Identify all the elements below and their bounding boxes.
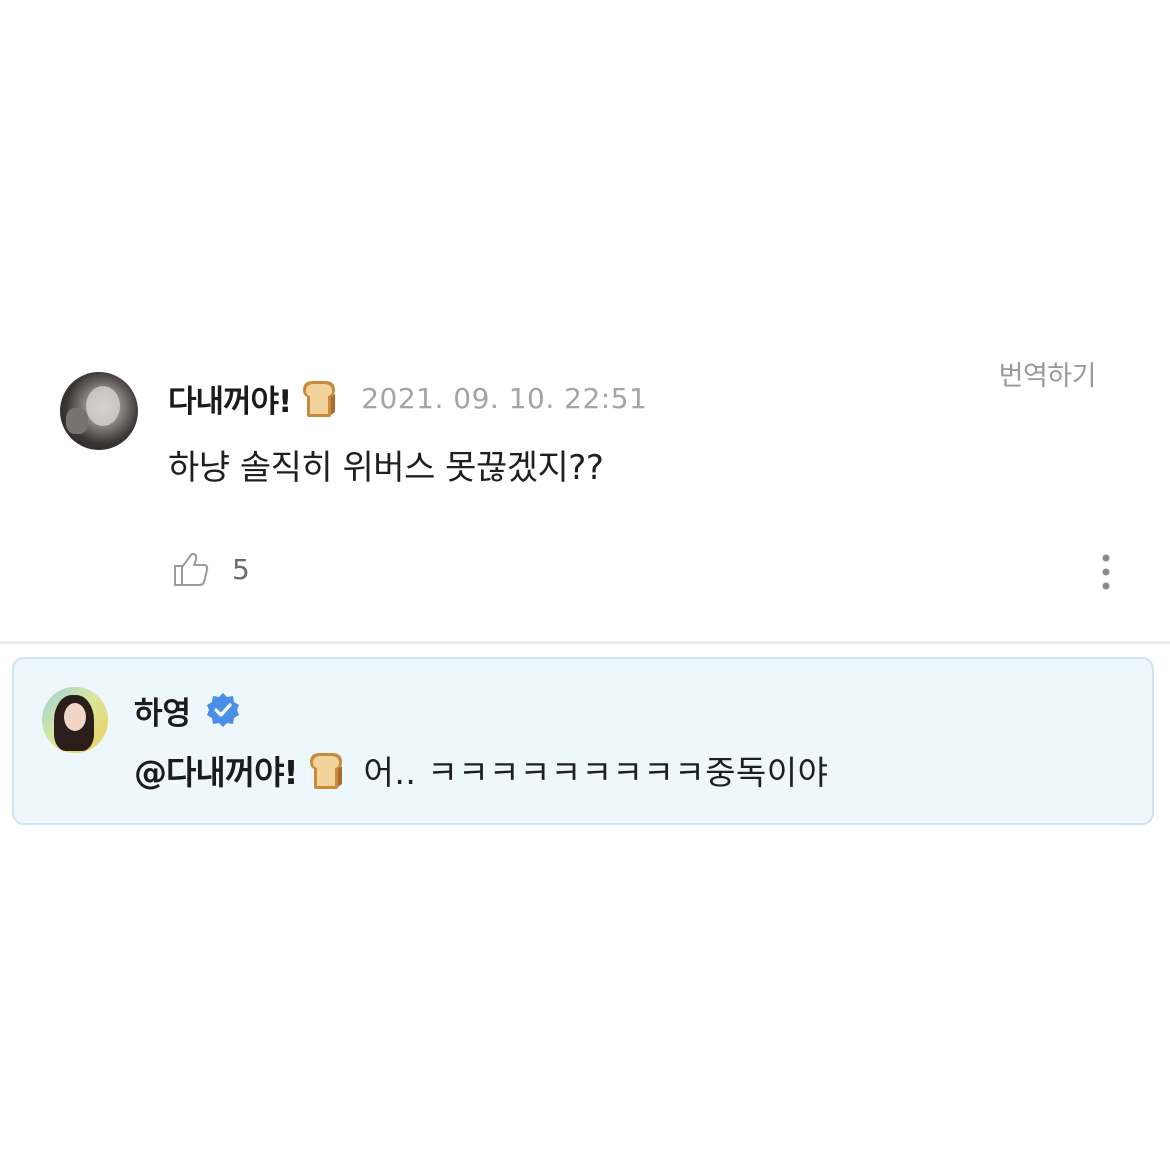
artist-reply-card: 하영 @다내꺼야! 어.. ㅋㅋㅋㅋㅋㅋㅋㅋㅋ중독이야	[12, 657, 1154, 825]
bread-icon	[303, 381, 336, 417]
commenter-username[interactable]: 다내꺼야!	[168, 376, 292, 421]
reply-text: 어.. ㅋㅋㅋㅋㅋㅋㅋㅋㅋ중독이야	[363, 753, 829, 792]
avatar-face	[86, 386, 120, 426]
comment-text: 하냥 솔직히 위버스 못끊겠지??	[168, 448, 604, 488]
comment-card: 다내꺼야! 2021. 09. 10. 22:51 번역하기 하냥 솔직히 위버…	[0, 340, 1170, 640]
avatar-hand	[66, 408, 88, 434]
like-count: 5	[232, 552, 250, 586]
thumbs-up-icon	[174, 552, 209, 586]
like-button[interactable]: 5	[172, 550, 250, 588]
mention-link[interactable]: @다내꺼야!	[134, 746, 298, 794]
verified-badge-icon	[207, 693, 240, 727]
section-divider	[0, 641, 1170, 644]
artist-username[interactable]: 하영	[134, 688, 191, 733]
comment-header: 다내꺼야! 2021. 09. 10. 22:51	[168, 370, 647, 426]
comment-timestamp: 2021. 09. 10. 22:51	[361, 381, 648, 415]
avatar-face	[64, 703, 86, 731]
reply-content: @다내꺼야! 어.. ㅋㅋㅋㅋㅋㅋㅋㅋㅋ중독이야	[134, 745, 829, 795]
bread-icon	[309, 753, 342, 789]
commenter-avatar[interactable]	[60, 372, 138, 450]
translate-button[interactable]: 번역하기	[999, 354, 1097, 393]
artist-avatar[interactable]	[42, 687, 108, 753]
more-vertical-icon[interactable]	[1092, 552, 1120, 592]
reply-header: 하영	[134, 685, 241, 735]
